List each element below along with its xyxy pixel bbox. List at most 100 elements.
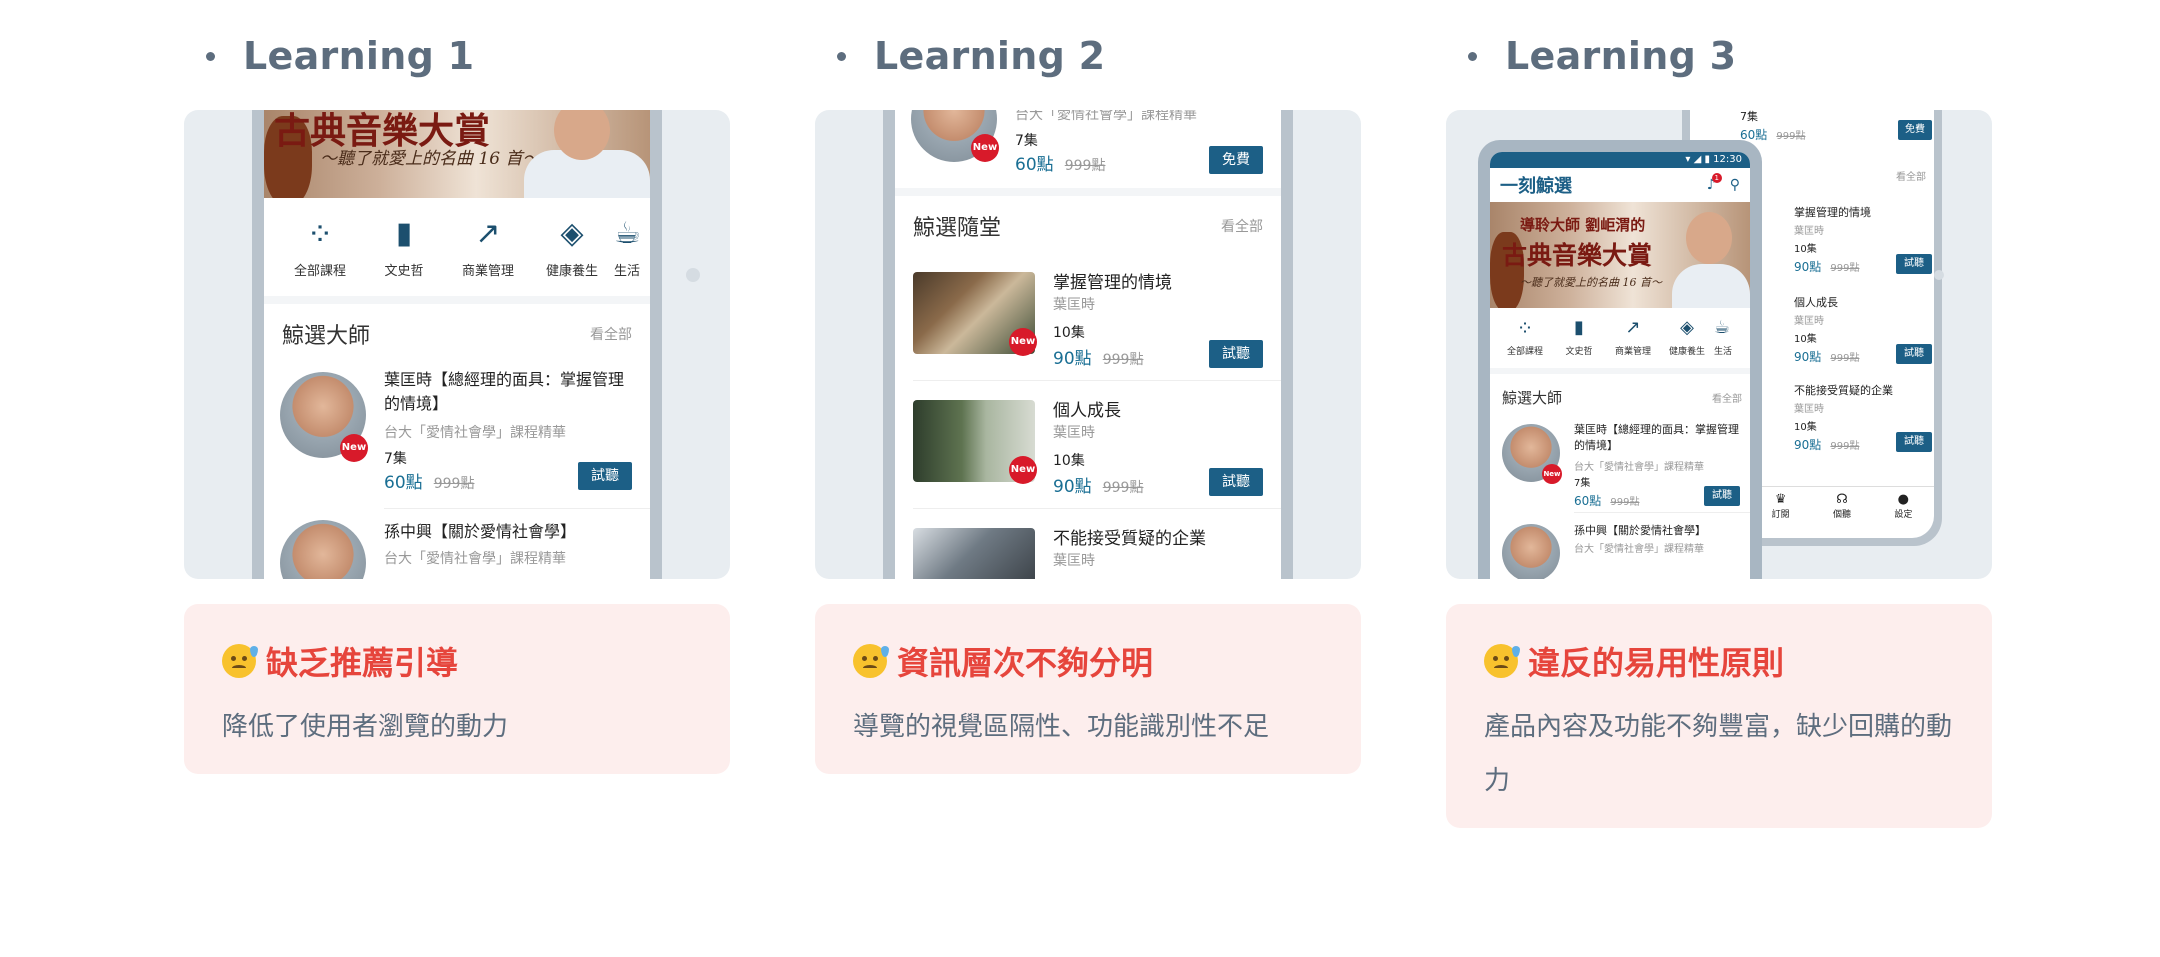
- list-item[interactable]: 孫中興【關於愛情社會學】 台大「愛情社會學」課程精華: [1490, 524, 1750, 579]
- nav-item-subscribe[interactable]: ♛ 訂閱: [1772, 492, 1790, 520]
- item-price: 90點 999點: [1794, 256, 1859, 275]
- original-price: 999點: [1102, 352, 1144, 368]
- phone-frame-left: [252, 110, 264, 579]
- category-health[interactable]: ◈ 健康養生: [1660, 316, 1714, 357]
- banner-subtitle: ～聽了就愛上的名曲 16 首～: [320, 149, 540, 169]
- category-label: 全部課程: [1506, 347, 1543, 357]
- headphones-icon: ☊: [1836, 492, 1848, 507]
- price: 60點: [384, 473, 423, 493]
- category-all[interactable]: ⁘ 全部課程: [1498, 316, 1552, 357]
- divider: [895, 188, 1281, 196]
- preview-button[interactable]: 試聽: [1209, 468, 1263, 496]
- preview-button[interactable]: 試聽: [1896, 344, 1932, 364]
- course-section-header: 鯨選隨堂 看全部: [913, 210, 1263, 242]
- price: 90點: [1794, 438, 1822, 452]
- host-face: [1686, 212, 1732, 264]
- item-episodes: 7集: [1574, 478, 1591, 489]
- app-screenshot: 7集 60點 999點 免費 看全部 掌握管理的情境 葉匡時 10集 90點 9…: [1446, 110, 1992, 579]
- category-all[interactable]: ⁘ 全部課程: [278, 214, 362, 279]
- divider: [384, 508, 650, 509]
- category-business[interactable]: ↗ 商業管理: [446, 214, 530, 279]
- promo-banner[interactable]: 導聆大師 劉岠渭的 古典音樂大賞 ～聽了就愛上的名曲 16 首～: [1490, 202, 1750, 308]
- nav-item-settings[interactable]: ● 設定: [1894, 492, 1912, 520]
- promo-banner[interactable]: 古典音樂大賞 ～聽了就愛上的名曲 16 首～: [264, 110, 650, 198]
- category-bar: ⁘ 全部課程 ▮ 文史哲 ↗ 商業管理 ◈ 健康養生 ☕ 生活: [1498, 316, 1740, 357]
- item-episodes: 10集: [1794, 422, 1817, 433]
- divider: [1574, 512, 1750, 513]
- category-life[interactable]: ☕ 生活: [614, 214, 650, 279]
- learning-column-3: Learning 3 7集 60點 999點 免費 看全部 掌握管理的情境 葉匡…: [1446, 0, 1992, 957]
- item-price: 90點 999點: [1053, 472, 1143, 497]
- item-title: 個人成長: [1053, 401, 1121, 421]
- see-all-link[interactable]: 看全部: [1712, 390, 1742, 405]
- section-title: 鯨選大師: [1502, 388, 1563, 407]
- new-badge: New: [1009, 328, 1037, 356]
- item-author: 葉匡時: [1053, 297, 1095, 313]
- category-label: 健康養生: [545, 264, 598, 279]
- list-item[interactable]: New 葉匡時【總經理的面具：掌握管理的情境】 台大「愛情社會學」課程精華 7集…: [264, 370, 650, 502]
- category-history[interactable]: ▮ 文史哲: [362, 214, 446, 279]
- list-item[interactable]: New 掌握管理的情境 葉匡時 10集 90點 999點 試聽: [895, 272, 1281, 390]
- item-title: 不能接受質疑的企業: [1053, 529, 1206, 549]
- new-badge: New: [971, 134, 999, 162]
- category-bar: ⁘ 全部課程 ▮ 文史哲 ↗ 商業管理 ◈ 健康養生 ☕ 生活: [278, 214, 650, 279]
- section-title: 鯨選隨堂: [913, 216, 1002, 241]
- item-title: 掌握管理的情境: [1794, 206, 1871, 219]
- list-item[interactable]: 不能接受質疑的企業 葉匡時: [895, 528, 1281, 579]
- learning-heading: Learning 2: [837, 28, 1105, 84]
- search-icon[interactable]: ⚲: [1730, 177, 1740, 193]
- insight-card-header: 缺乏推薦引導: [222, 636, 692, 686]
- item-episodes: 10集: [1053, 325, 1085, 341]
- category-business[interactable]: ↗ 商業管理: [1606, 316, 1660, 357]
- free-button[interactable]: 免費: [1898, 120, 1932, 140]
- item-episodes: 10集: [1794, 334, 1817, 345]
- preview-button[interactable]: 試聽: [1896, 432, 1932, 452]
- item-subtitle: 台大「愛情社會學」課程精華: [384, 425, 566, 441]
- learning-title: Learning 1: [243, 34, 475, 78]
- grid-icon: ⁘: [306, 215, 334, 253]
- preview-button[interactable]: 試聽: [578, 462, 632, 490]
- learning-column-2: Learning 2 New 台大「愛情社會學」課程精華 7集 60點 999點…: [815, 0, 1361, 957]
- item-price: 90點 999點: [1794, 346, 1859, 365]
- preview-button[interactable]: 試聽: [1209, 340, 1263, 368]
- free-button[interactable]: 免費: [1209, 146, 1263, 174]
- divider: [913, 508, 1281, 509]
- original-price: 999點: [1830, 263, 1860, 274]
- divider: [913, 380, 1281, 381]
- nav-item-listen[interactable]: ☊ 個聽: [1833, 492, 1851, 520]
- see-all-link[interactable]: 看全部: [1221, 216, 1263, 236]
- new-badge: New: [1542, 464, 1562, 484]
- list-item[interactable]: 孫中興【關於愛情社會學】 台大「愛情社會學」課程精華: [264, 520, 650, 579]
- item-title: 掌握管理的情境: [1053, 273, 1172, 293]
- notification-badge: 1: [1711, 173, 1722, 183]
- list-item[interactable]: New 葉匡時【總經理的面具：掌握管理的情境】 台大「愛情社會學」課程精華 7集…: [1490, 423, 1750, 514]
- bell-icon[interactable]: ♪ 1: [1707, 173, 1722, 193]
- see-all-link[interactable]: 看全部: [1896, 168, 1926, 183]
- nav-label: 設定: [1894, 510, 1913, 520]
- crown-icon: ♛: [1774, 492, 1787, 507]
- host-photo: [1672, 264, 1750, 308]
- divider: [1490, 368, 1750, 374]
- insight-title: 違反的易用性原則: [1528, 644, 1785, 682]
- insight-card-header: 違反的易用性原則: [1484, 636, 1954, 686]
- front-phone-screen: ▾ ◢ ▮ 12:30 一刻鯨選 ♪ 1 ⚲ 導聆大師 劉岠渭的 古典音樂大賞 ～…: [1490, 152, 1750, 579]
- category-label: 商業管理: [461, 264, 514, 279]
- list-item[interactable]: New 個人成長 葉匡時 10集 90點 999點 試聽: [895, 400, 1281, 518]
- category-life[interactable]: ☕ 生活: [1714, 316, 1740, 357]
- preview-button[interactable]: 試聽: [1896, 254, 1932, 274]
- category-history[interactable]: ▮ 文史哲: [1552, 316, 1606, 357]
- preview-button[interactable]: 試聽: [1704, 486, 1740, 506]
- item-episodes: 10集: [1053, 453, 1085, 469]
- learning-title: Learning 3: [1505, 34, 1737, 78]
- grid-icon: ⁘: [1516, 316, 1534, 340]
- original-price: 999點: [1064, 158, 1106, 174]
- bottom-nav: ♛ 訂閱 ☊ 個聽 ● 設定: [1750, 492, 1934, 520]
- see-all-link[interactable]: 看全部: [590, 324, 632, 344]
- list-item[interactable]: New 台大「愛情社會學」課程精華 7集 60點 999點 免費: [895, 110, 1281, 186]
- chart-up-icon: ↗: [475, 216, 501, 251]
- category-health[interactable]: ◈ 健康養生: [530, 214, 614, 279]
- category-label: 生活: [1714, 347, 1733, 357]
- item-title: 葉匡時【總經理的面具：掌握管理的情境】: [384, 370, 625, 413]
- cup-icon: ☕: [614, 216, 641, 251]
- item-subtitle: 台大「愛情社會學」課程精華: [1574, 544, 1704, 555]
